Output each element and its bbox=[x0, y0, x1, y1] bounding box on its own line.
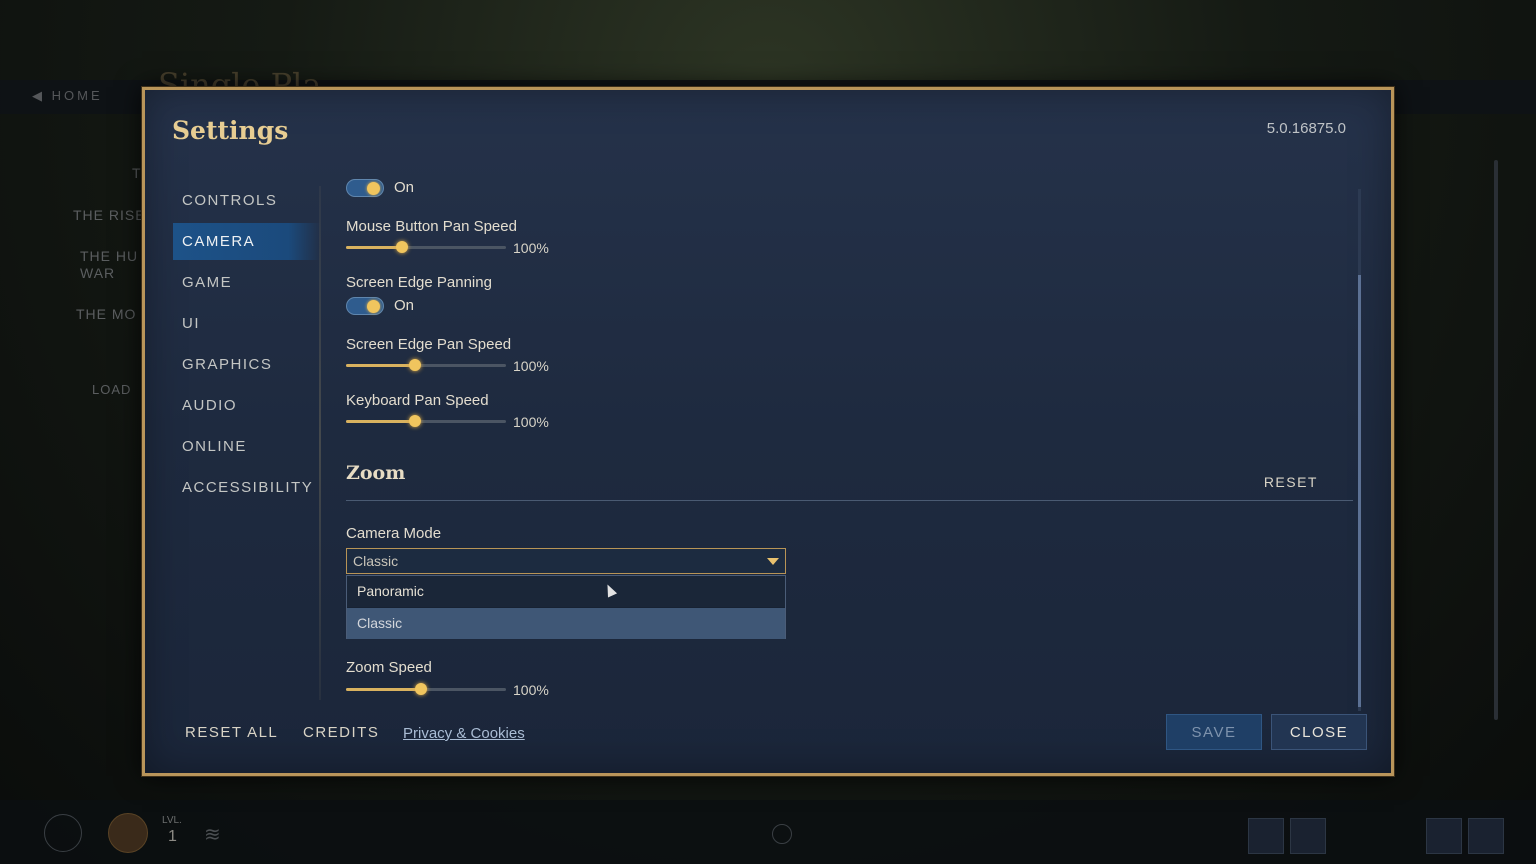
chevron-down-icon bbox=[767, 558, 779, 565]
background-clock-icon bbox=[772, 824, 792, 844]
dialog-title: Settings bbox=[172, 116, 289, 145]
slider-thumb[interactable] bbox=[408, 415, 421, 427]
background-scrollbar bbox=[1494, 160, 1498, 720]
nav-item-ui[interactable]: UI bbox=[173, 305, 321, 342]
scrollbar-thumb[interactable] bbox=[1358, 275, 1361, 707]
reset-all-button[interactable]: RESET ALL bbox=[185, 724, 278, 741]
screen-edge-panning-label: Screen Edge Panning bbox=[346, 274, 492, 291]
screen-edge-pan-speed-slider[interactable] bbox=[346, 357, 508, 373]
settings-nav: CONTROLS CAMERA GAME UI GRAPHICS AUDIO O… bbox=[173, 182, 321, 510]
background-level-label: LVL. bbox=[162, 815, 182, 826]
top-toggle[interactable] bbox=[346, 179, 384, 197]
zoom-speed-value: 100% bbox=[513, 682, 549, 698]
nav-item-graphics[interactable]: GRAPHICS bbox=[173, 346, 321, 383]
camera-mode-selected-value: Classic bbox=[353, 553, 399, 569]
mouse-button-pan-speed-slider[interactable] bbox=[346, 239, 508, 255]
nav-item-controls[interactable]: CONTROLS bbox=[173, 182, 321, 219]
settings-scrollbar[interactable] bbox=[1358, 189, 1361, 711]
background-campaign-2: THE RISE bbox=[73, 207, 146, 223]
zoom-speed-label: Zoom Speed bbox=[346, 659, 432, 676]
slider-thumb[interactable] bbox=[415, 683, 428, 695]
mouse-button-pan-speed-value: 100% bbox=[513, 240, 549, 256]
dropdown-option-panoramic[interactable]: Panoramic bbox=[347, 576, 785, 607]
wifi-icon: ≋ bbox=[204, 824, 221, 846]
screen-edge-pan-speed-value: 100% bbox=[513, 358, 549, 374]
screen-edge-panning-toggle[interactable] bbox=[346, 297, 384, 315]
save-button[interactable]: SAVE bbox=[1166, 714, 1262, 750]
keyboard-pan-speed-label: Keyboard Pan Speed bbox=[346, 392, 489, 409]
zoom-reset-button[interactable]: RESET bbox=[1264, 474, 1318, 490]
toggle-knob bbox=[367, 300, 380, 313]
privacy-cookies-link[interactable]: Privacy & Cookies bbox=[403, 725, 525, 742]
background-horn-button bbox=[1248, 818, 1284, 854]
camera-mode-dropdown: Panoramic Classic bbox=[346, 575, 786, 639]
screen-edge-pan-speed-label: Screen Edge Pan Speed bbox=[346, 336, 512, 353]
background-power-button bbox=[1468, 818, 1504, 854]
keyboard-pan-speed-value: 100% bbox=[513, 414, 549, 430]
background-campaign-4: THE MO bbox=[76, 306, 137, 322]
zoom-section-title: Zoom bbox=[346, 462, 406, 484]
zoom-section-divider bbox=[346, 500, 1353, 501]
background-crown-button bbox=[1290, 818, 1326, 854]
slider-fill bbox=[346, 420, 415, 423]
slider-thumb[interactable] bbox=[408, 359, 421, 371]
dropdown-option-classic[interactable]: Classic bbox=[347, 608, 785, 639]
nav-item-game[interactable]: GAME bbox=[173, 264, 321, 301]
background-add-icon bbox=[44, 814, 82, 852]
top-toggle-state: On bbox=[394, 179, 415, 196]
slider-thumb[interactable] bbox=[396, 241, 408, 253]
toggle-knob bbox=[367, 182, 380, 195]
nav-item-accessibility[interactable]: ACCESSIBILITY bbox=[173, 469, 321, 506]
background-avatar bbox=[108, 813, 148, 853]
nav-item-camera[interactable]: CAMERA bbox=[173, 223, 321, 260]
zoom-speed-slider[interactable] bbox=[346, 681, 508, 697]
keyboard-pan-speed-slider[interactable] bbox=[346, 413, 508, 429]
close-button[interactable]: CLOSE bbox=[1271, 714, 1367, 750]
nav-item-online[interactable]: ONLINE bbox=[173, 428, 321, 465]
camera-mode-label: Camera Mode bbox=[346, 525, 442, 542]
settings-dialog: Settings 5.0.16875.0 CONTROLS CAMERA GAM… bbox=[142, 87, 1394, 776]
credits-button[interactable]: CREDITS bbox=[303, 724, 379, 741]
background-level-value: 1 bbox=[168, 828, 177, 845]
nav-divider bbox=[319, 186, 321, 700]
background-load-label: LOAD bbox=[92, 382, 132, 397]
background-home-link: ◀ HOME bbox=[32, 88, 103, 103]
screen-edge-panning-state: On bbox=[394, 297, 415, 314]
slider-fill bbox=[346, 364, 415, 367]
camera-settings-panel: On Mouse Button Pan Speed 100% Screen Ed… bbox=[346, 90, 1366, 710]
mouse-button-pan-speed-label: Mouse Button Pan Speed bbox=[346, 218, 517, 235]
slider-fill bbox=[346, 688, 422, 691]
nav-item-audio[interactable]: AUDIO bbox=[173, 387, 321, 424]
slider-fill bbox=[346, 246, 402, 249]
background-campaign-3: THE HU WAR bbox=[80, 248, 139, 281]
background-campaign-1: T bbox=[132, 165, 142, 181]
background-gear-button bbox=[1426, 818, 1462, 854]
camera-mode-select[interactable]: Classic bbox=[346, 548, 786, 574]
